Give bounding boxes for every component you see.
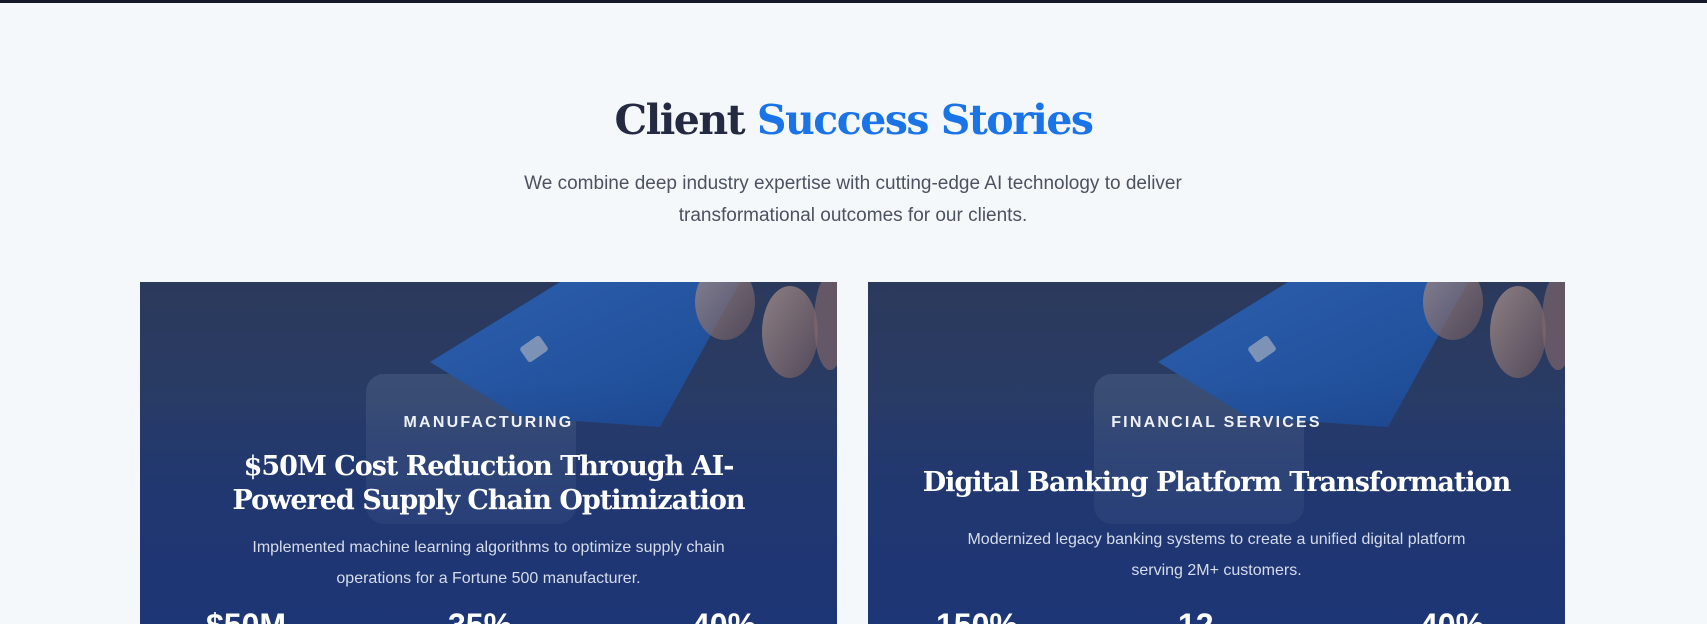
card-title-line-2: Powered Supply Chain Optimization xyxy=(232,485,746,516)
section-subtitle: We combine deep industry expertise with … xyxy=(453,168,1253,232)
subtitle-line-1: We combine deep industry expertise with … xyxy=(524,173,1182,194)
card-desc-line-2: operations for a Fortune 500 manufacture… xyxy=(336,570,641,587)
card-title-line-1: $50M Cost Reduction Through AI- xyxy=(243,451,735,482)
title-main: Client xyxy=(614,96,745,144)
card-category: MANUFACTURING xyxy=(403,414,574,431)
card-desc-line-2: serving 2M+ customers. xyxy=(1131,562,1302,579)
card-desc-line-1: Implemented machine learning algorithms … xyxy=(252,539,725,556)
case-study-card-financial-services[interactable]: FINANCIAL SERVICES Digital Banking Platf… xyxy=(868,282,1565,624)
stat-value: 40% xyxy=(1420,607,1484,624)
stat-value: 12 xyxy=(1178,607,1214,624)
card-desc-line-1: Modernized legacy banking systems to cre… xyxy=(967,531,1466,548)
card-description: Implemented machine learning algorithms … xyxy=(190,532,787,594)
stat-value: 40% xyxy=(692,607,756,624)
card-title: Digital Banking Platform Transformation xyxy=(918,466,1515,500)
card-description: Modernized legacy banking systems to cre… xyxy=(918,524,1515,586)
card-title-line-1: Digital Banking Platform Transformation xyxy=(922,467,1512,498)
card-title: $50M Cost Reduction Through AI- Powered … xyxy=(190,450,787,518)
stat-value: 35% xyxy=(448,607,512,624)
card-category: FINANCIAL SERVICES xyxy=(1111,414,1322,431)
case-study-card-manufacturing[interactable]: MANUFACTURING $50M Cost Reduction Throug… xyxy=(140,282,837,624)
top-bar xyxy=(0,0,1707,3)
stat-value: 150% xyxy=(936,607,1018,624)
section-title: Client Success Stories xyxy=(0,92,1707,148)
subtitle-line-2: transformational outcomes for our client… xyxy=(678,205,1028,226)
stat-value: $50M xyxy=(206,607,286,624)
title-accent: Success Stories xyxy=(756,96,1094,144)
